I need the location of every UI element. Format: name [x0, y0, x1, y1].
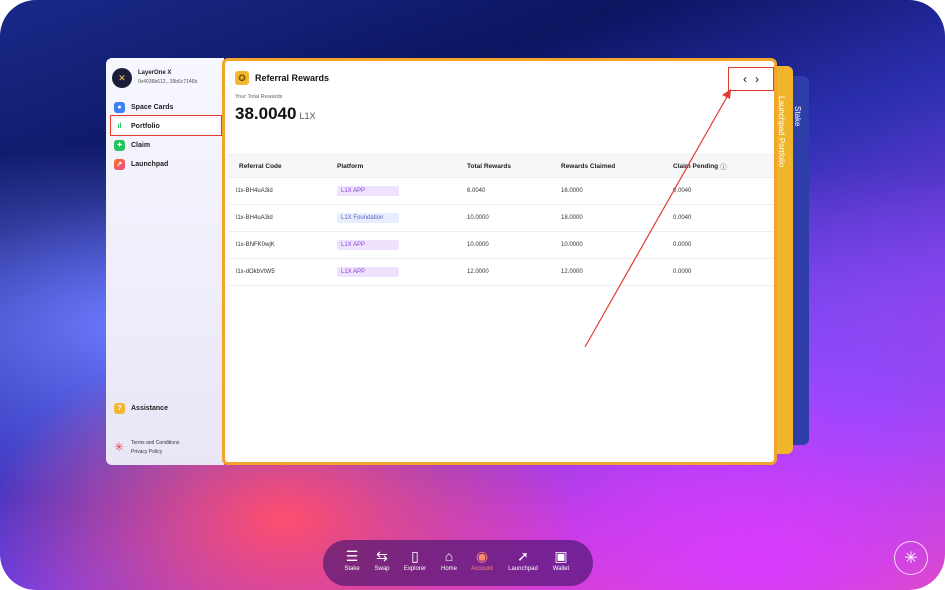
home-icon: ⌂: [444, 548, 454, 564]
layers-icon: ☰: [345, 548, 359, 564]
explorer-icon: ▯: [411, 548, 419, 564]
account-icon: ◉: [475, 548, 489, 564]
dock-label: Explorer: [403, 566, 427, 572]
dock-label: Account: [471, 566, 493, 572]
dock-wallet[interactable]: ▣ Wallet: [544, 546, 578, 572]
dock-label: Wallet: [552, 566, 570, 572]
dock-account[interactable]: ◉ Account: [465, 546, 499, 572]
dock-explorer[interactable]: ▯ Explorer: [398, 546, 432, 572]
dock-label: Swap: [374, 566, 390, 572]
rocket-icon: ➚: [517, 548, 529, 564]
annotation-arrow: [584, 89, 731, 348]
dock-label: Launchpad: [508, 566, 538, 572]
dock-label: Stake: [344, 566, 360, 572]
dock-stake[interactable]: ☰ Stake: [335, 546, 369, 572]
sparkle-icon: ✳: [904, 550, 918, 567]
bottom-dock: ☰ Stake ⇆ Swap ▯ Explorer ⌂ Home ◉ Accou…: [323, 540, 593, 586]
desktop-background: Stake Launchpad Portfolio ✕ LayerOne X 0…: [0, 0, 945, 590]
swap-icon: ⇆: [376, 548, 388, 564]
assistant-fab-button[interactable]: ✳: [894, 541, 928, 575]
dock-label: Home: [440, 566, 457, 572]
wallet-icon: ▣: [554, 548, 568, 564]
dock-launchpad[interactable]: ➚ Launchpad: [506, 546, 540, 572]
dock-swap[interactable]: ⇆ Swap: [365, 546, 399, 572]
dock-home[interactable]: ⌂ Home: [432, 546, 466, 572]
